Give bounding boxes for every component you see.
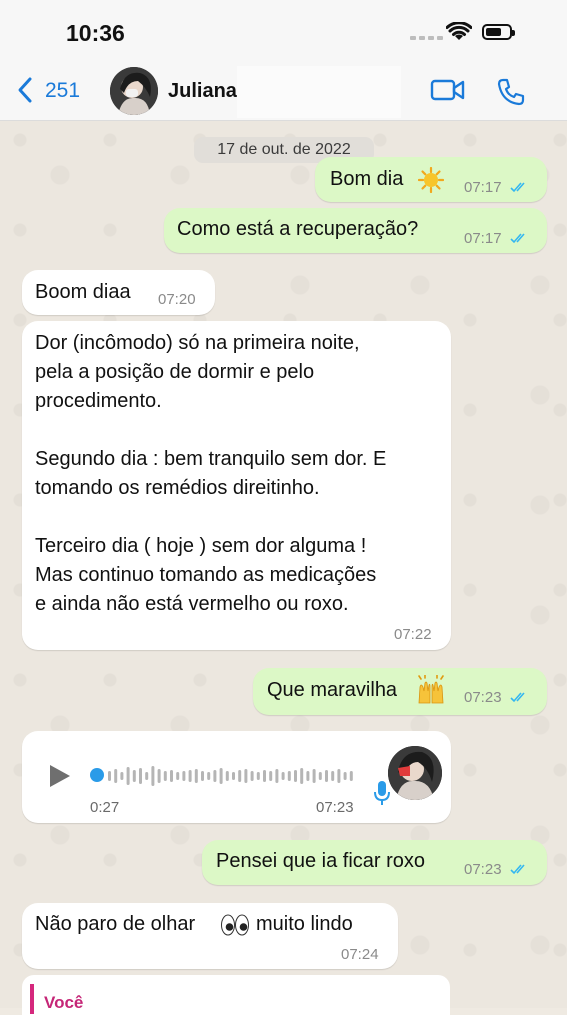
waveform-bar	[201, 771, 204, 781]
waveform-bar	[306, 771, 310, 781]
waveform-bar	[263, 770, 266, 782]
message-time: 07:17	[464, 230, 502, 247]
status-bar: 10:36	[0, 0, 567, 62]
eyes-emoji	[221, 914, 249, 936]
waveform-bar	[287, 771, 291, 781]
message-time: 07:23	[464, 861, 502, 878]
waveform-bar	[331, 771, 335, 781]
redaction-overlay	[237, 66, 401, 118]
message-line: procedimento.	[35, 390, 162, 412]
reply-message-bubble[interactable]	[22, 975, 450, 1015]
avatar-photo	[110, 67, 158, 115]
battery-icon	[482, 24, 515, 40]
waveform-bar	[157, 769, 161, 783]
audio-waveform[interactable]	[108, 764, 358, 788]
sun-emoji	[418, 167, 444, 193]
message-time: 07:23	[464, 689, 502, 706]
message-line: Terceiro dia ( hoje ) sem dor alguma !	[35, 535, 367, 557]
waveform-bar	[176, 772, 180, 780]
contact-avatar[interactable]	[110, 67, 158, 115]
waveform-bar	[120, 772, 124, 780]
waveform-bar	[244, 769, 248, 783]
message-line: pela a posição de dormir e pelo	[35, 361, 315, 383]
sender-avatar	[388, 746, 442, 800]
playback-scrubber[interactable]	[90, 768, 104, 782]
message-text-after-emoji: muito lindo	[256, 913, 353, 935]
waveform-bar	[225, 771, 229, 781]
wifi-icon	[446, 22, 472, 40]
waveform-bar	[256, 772, 260, 780]
phone-call-icon[interactable]	[496, 77, 526, 107]
read-receipt-icon	[510, 233, 525, 244]
waveform-bar	[219, 768, 223, 784]
message-text: Que maravilha	[267, 679, 398, 701]
waveform-bar	[250, 771, 254, 781]
message-line: Segundo dia : bem tranquilo sem dor. E	[35, 448, 387, 470]
message-line: e ainda não está vermelho ou roxo.	[35, 593, 349, 615]
waveform-bar	[343, 772, 347, 780]
read-receipt-icon	[510, 692, 525, 703]
clock: 10:36	[66, 20, 125, 46]
waveform-bar	[114, 769, 118, 783]
message-line: Dor (incômodo) só na primeira noite,	[35, 332, 360, 354]
waveform-bar	[170, 770, 173, 782]
waveform-bar	[151, 766, 155, 786]
play-icon[interactable]	[48, 763, 72, 789]
raised-hands-emoji	[418, 675, 444, 704]
waveform-bar	[325, 770, 328, 782]
message-time: 07:20	[158, 291, 196, 308]
message-text: Como está a recuperação?	[177, 218, 419, 240]
waveform-bar	[139, 768, 142, 784]
waveform-bar	[281, 772, 285, 780]
waveform-bar	[238, 770, 242, 782]
waveform-bar	[213, 770, 217, 782]
message-text: Pensei que ia ficar roxo	[216, 850, 426, 872]
waveform-bar	[349, 771, 353, 781]
waveform-bar	[163, 771, 167, 781]
message-time: 07:17	[464, 179, 502, 196]
cellular-signal-icon	[410, 36, 443, 40]
waveform-bar	[207, 772, 211, 780]
waveform-bar	[132, 770, 136, 782]
chevron-left-icon[interactable]	[16, 76, 34, 104]
waveform-bar	[126, 767, 130, 785]
waveform-bar	[194, 769, 198, 783]
message-line: tomando os remédios direitinho.	[35, 477, 320, 499]
waveform-bar	[188, 770, 192, 782]
quote-author: Você	[44, 993, 84, 1012]
waveform-bar	[232, 772, 235, 780]
back-unread-count[interactable]: 251	[45, 79, 80, 103]
waveform-bar	[318, 772, 322, 780]
video-call-icon[interactable]	[430, 78, 466, 102]
message-text: Boom diaa	[35, 281, 131, 303]
message-time: 07:24	[341, 946, 379, 963]
waveform-bar	[312, 769, 316, 783]
waveform-bar	[275, 769, 279, 783]
audio-duration: 0:27	[90, 799, 120, 816]
message-time: 07:23	[316, 799, 354, 816]
read-receipt-icon	[510, 182, 525, 193]
quote-accent-bar	[30, 984, 34, 1014]
waveform-bar	[269, 771, 273, 781]
message-text-before-emoji: Não paro de olhar	[35, 913, 196, 935]
waveform-bar	[337, 769, 341, 783]
microphone-icon	[374, 781, 390, 805]
message-text: Bom dia	[330, 168, 404, 190]
chat-header: 251 Juliana L	[0, 62, 567, 121]
waveform-bar	[108, 771, 111, 781]
waveform-bar	[182, 771, 186, 781]
waveform-bar	[145, 772, 149, 780]
waveform-bar	[300, 768, 304, 784]
read-receipt-icon	[510, 864, 525, 875]
message-time: 07:22	[394, 626, 432, 643]
waveform-bar	[294, 770, 297, 782]
message-line: Mas continuo tomando as medicações	[35, 564, 377, 586]
